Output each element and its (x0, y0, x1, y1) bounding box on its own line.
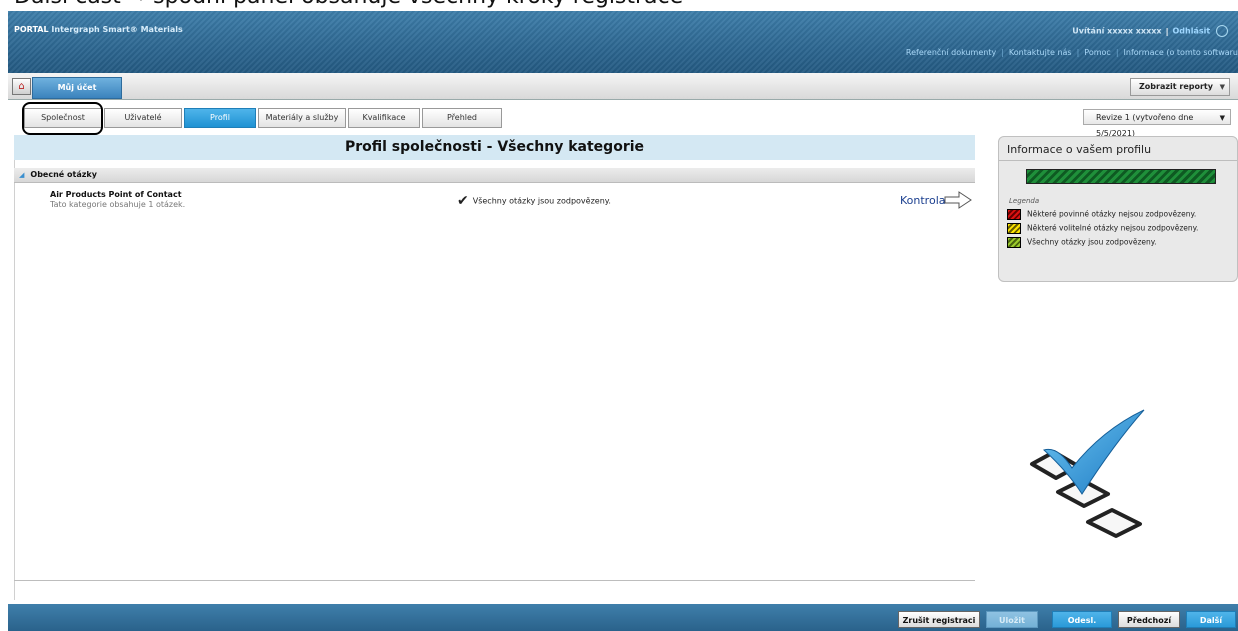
reports-dropdown[interactable]: Zobrazit reporty ▼ (1130, 78, 1230, 96)
link-separator: | (1076, 48, 1080, 57)
document-caption-fragment: Další část → spodní panel obsahuje všech… (0, 0, 1238, 11)
legend-title: Legenda (1009, 197, 1040, 205)
collapse-triangle-icon[interactable]: ◢ (19, 168, 24, 182)
chevron-down-icon: ▼ (1219, 114, 1225, 122)
footer-bar: Zrušit registraci Uložit Odesl. Předchoz… (8, 604, 1238, 631)
link-separator: | (1115, 48, 1119, 57)
link-separator: | (1001, 48, 1004, 57)
legend-item-green: Všechny otázky jsou zodpovězeny. (1007, 237, 1157, 248)
profile-progress-bar (1026, 169, 1216, 184)
save-button[interactable]: Uložit (986, 611, 1038, 628)
content-bottom-border (14, 580, 975, 581)
profile-info-panel: Informace o vašem profilu Legenda Někter… (998, 136, 1238, 282)
link-help[interactable]: Pomoc (1084, 48, 1111, 57)
yellow-swatch-icon (1007, 223, 1021, 234)
step-qualification[interactable]: Kvalifikace (348, 108, 420, 128)
legend-label: Všechny otázky jsou zodpovězeny. (1027, 237, 1157, 247)
chevron-down-icon: ▼ (1219, 83, 1225, 91)
arrow-right-icon[interactable] (944, 191, 972, 209)
content-border (14, 160, 15, 600)
checkmark-icon: ✔ (457, 193, 469, 209)
checklist-illustration-icon (1030, 409, 1145, 538)
link-reference-documents[interactable]: Referenční dokumenty (906, 48, 996, 57)
top-links: Referenční dokumenty | Kontaktujte nás | Pom… (906, 48, 1238, 57)
welcome-separator: | (1165, 26, 1169, 36)
green-swatch-icon (1007, 237, 1021, 248)
red-swatch-icon (1007, 209, 1021, 220)
tab-my-account[interactable]: Můj účet (32, 77, 122, 99)
group-title: Obecné otázky (30, 170, 97, 179)
next-button[interactable]: Další (1186, 611, 1236, 628)
welcome-text: Uvítání xxxxx xxxxx (1072, 26, 1162, 36)
home-icon[interactable]: ⌂ (12, 78, 31, 95)
submit-button[interactable]: Odesl. (1052, 611, 1112, 628)
step-users[interactable]: Uživatelé (104, 108, 182, 128)
legend-item-red: Některé povinné otázky nejsou zodpovězen… (1007, 209, 1196, 220)
tab-bar: ⌂ Můj účet Zobrazit reporty ▼ (8, 73, 1238, 100)
step-materials-services[interactable]: Materiály a služby (258, 108, 346, 128)
link-contact-us[interactable]: Kontaktujte nás (1009, 48, 1072, 57)
logout-link[interactable]: Odhlásit (1173, 27, 1211, 36)
status-answered: ✔ Všechny otázky jsou zodpovězeny. (457, 193, 611, 209)
revision-value: Revize 1 (vytvořeno dne 5/5/2021) (1096, 113, 1194, 138)
page-title: Profil společnosti - Všechny kategorie (14, 135, 975, 160)
reports-label: Zobrazit reporty (1139, 82, 1213, 91)
link-about-software[interactable]: Informace (o tomto softwaru (1124, 48, 1238, 57)
highlight-box (22, 102, 103, 135)
info-panel-divider (999, 160, 1237, 161)
legend-label: Některé volitelné otázky nejsou zodpověz… (1027, 223, 1199, 233)
revision-select[interactable]: Revize 1 (vytvořeno dne 5/5/2021) ▼ (1083, 109, 1231, 138)
category-title: Air Products Point of Contact (50, 190, 182, 199)
review-link[interactable]: Kontrola (900, 194, 946, 207)
legend-item-yellow: Některé volitelné otázky nejsou zodpověz… (1007, 223, 1198, 234)
portal-header: PORTAL Intergraph Smart® Materials Uvítá… (8, 11, 1238, 73)
welcome-area: Uvítání xxxxx xxxxx | Odhlásit (1072, 25, 1228, 37)
cancel-registration-button[interactable]: Zrušit registraci (898, 611, 980, 628)
group-header[interactable]: ◢ Obecné otázky (14, 168, 975, 183)
app-name: Intergraph Smart® Materials (51, 25, 183, 34)
step-profile[interactable]: Profil (184, 108, 256, 128)
status-text: Všechny otázky jsou zodpovězeny. (472, 196, 611, 206)
info-panel-title: Informace o vašem profilu (1007, 143, 1152, 156)
portal-brand: PORTAL Intergraph Smart® Materials (14, 25, 183, 34)
globe-icon[interactable] (1216, 25, 1228, 37)
legend-label: Některé povinné otázky nejsou zodpovězen… (1027, 209, 1197, 219)
step-overview[interactable]: Přehled (422, 108, 502, 128)
portal-label: PORTAL (14, 25, 49, 34)
previous-button[interactable]: Předchozí (1118, 611, 1180, 628)
category-subtitle: Tato kategorie obsahuje 1 otázek. (50, 200, 186, 209)
